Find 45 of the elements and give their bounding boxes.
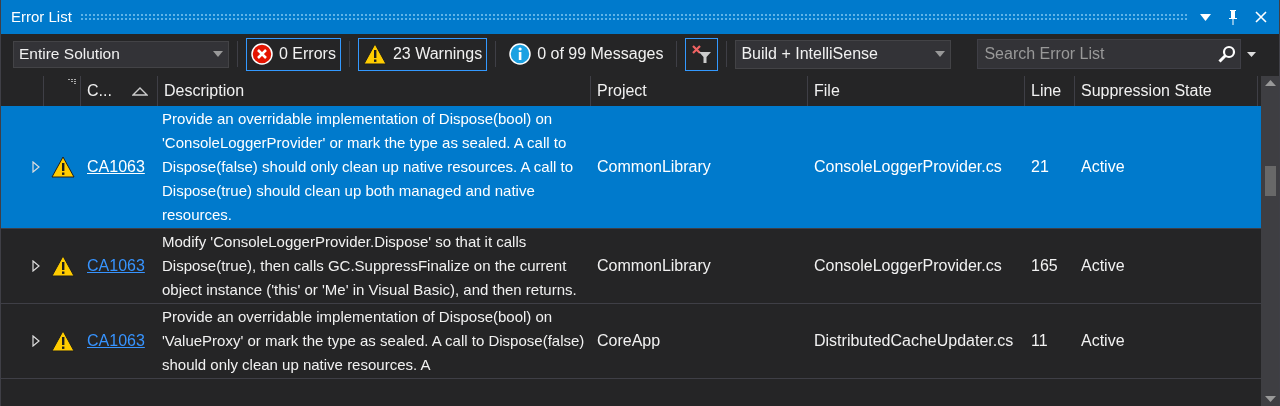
errors-filter-button[interactable]: 0 Errors xyxy=(246,37,341,71)
table-cell: 21 xyxy=(1031,158,1049,175)
table-cell: 11 xyxy=(1031,332,1048,349)
source-dropdown[interactable]: Build + IntelliSense xyxy=(735,39,952,69)
dropdown-caret-icon xyxy=(935,51,946,57)
search-icon[interactable] xyxy=(1218,45,1237,63)
clear-filter-button[interactable] xyxy=(685,37,719,71)
vertical-scrollbar[interactable] xyxy=(1261,76,1279,406)
clear-filter-icon xyxy=(690,44,713,64)
scroll-up-icon[interactable] xyxy=(1264,80,1276,86)
table-cell: Active xyxy=(1081,257,1125,274)
info-icon xyxy=(509,43,532,65)
collapsed-arrow-icon[interactable] xyxy=(32,335,40,347)
table-cell: 165 xyxy=(1031,257,1058,274)
warning-icon xyxy=(50,156,75,178)
table-cell: ConsoleLoggerProvider.cs xyxy=(814,158,1002,175)
code-link[interactable]: CA1063 xyxy=(87,158,145,175)
code-link[interactable]: CA1063 xyxy=(87,332,145,349)
table-cell: CommonLibrary xyxy=(597,158,711,175)
messages-filter-button[interactable]: 0 of 99 Messages xyxy=(504,37,669,71)
table-cell: Active xyxy=(1081,158,1125,175)
table-cell: Provide an overridable implementation of Dispose(bool) on 'ConsoleLoggerProvider' or mark the type as sealed. A call to Dispose(false) should only clean up native resources. A call to Dispose(true) should clean up both managed and native resources. xyxy=(162,110,574,223)
table-cell: Provide an overridable implementation of Dispose(bool) on 'ValueProxy' or mark the type as sealed. A call to Dispose(false) should only clean up native resources. A xyxy=(162,308,585,373)
table-cell: Active xyxy=(1081,332,1125,349)
scroll-down-icon[interactable] xyxy=(1264,396,1276,402)
table-cell: CommonLibrary xyxy=(597,257,711,274)
error-icon xyxy=(251,43,273,65)
code-link[interactable]: CA1063 xyxy=(87,257,145,274)
warnings-filter-button[interactable]: 23 Warnings xyxy=(357,37,488,71)
table-cell: DistributedCacheUpdater.cs xyxy=(814,332,1014,349)
warning-icon xyxy=(362,43,387,65)
warning-icon xyxy=(50,330,75,352)
collapsed-arrow-icon[interactable] xyxy=(32,260,40,272)
scrollbar-thumb[interactable] xyxy=(1264,166,1276,196)
window-title: Error List xyxy=(11,6,72,27)
scope-dropdown[interactable]: Entire Solution xyxy=(13,40,229,68)
dropdown-caret-icon xyxy=(213,51,223,57)
sort-ascending-icon xyxy=(131,86,148,96)
search-field[interactable]: Search Error List xyxy=(977,39,1242,69)
table-cell: CoreApp xyxy=(597,332,661,349)
table-cell: ConsoleLoggerProvider.cs xyxy=(814,257,1002,274)
search-options-icon[interactable] xyxy=(1247,49,1258,59)
column-options-icon[interactable] xyxy=(68,79,76,86)
warning-icon xyxy=(50,255,75,277)
table-cell: Modify 'ConsoleLoggerProvider.Dispose' so that it calls Dispose(true), then calls GC.SuppressFinalize on the current object instance ('this' or 'Me' in Visual Basic), and then returns. xyxy=(162,233,577,298)
